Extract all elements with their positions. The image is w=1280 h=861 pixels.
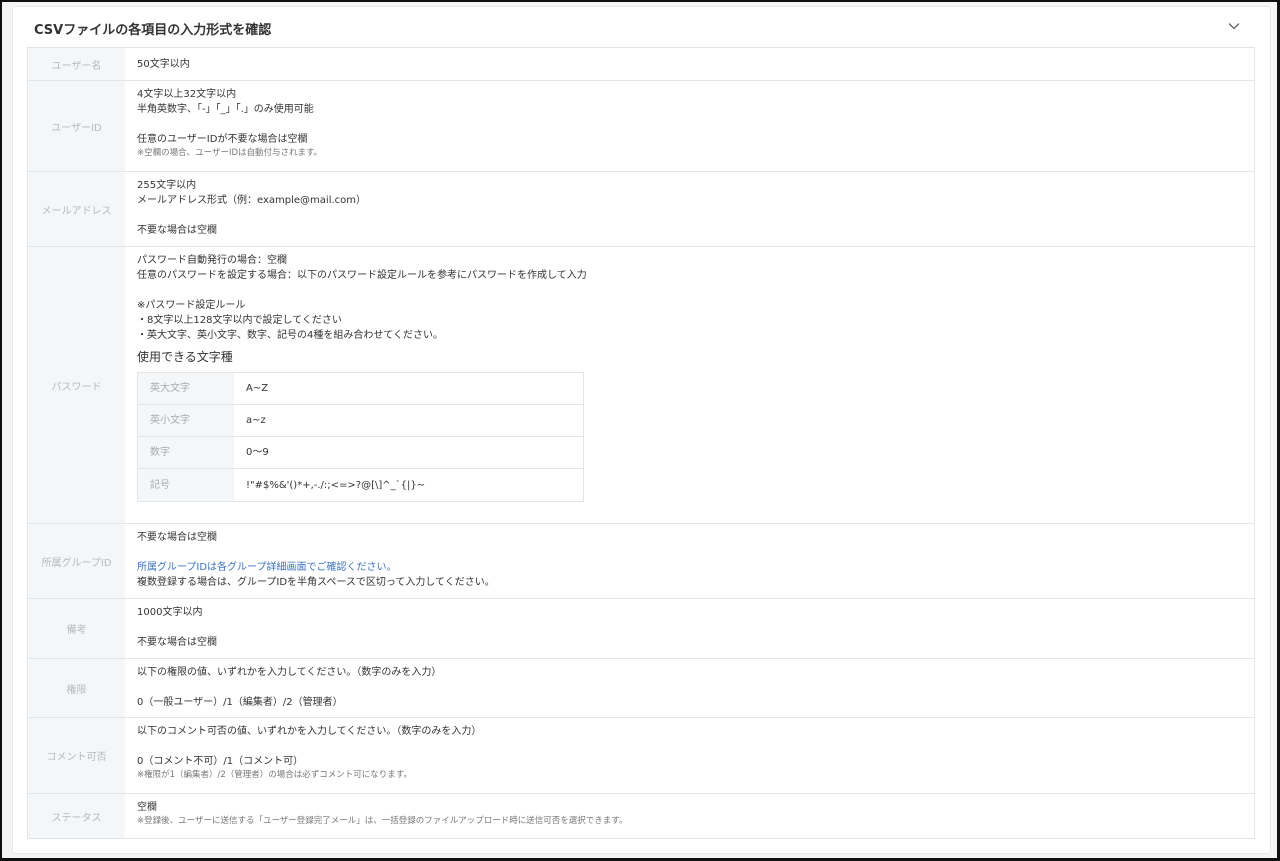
panel-header[interactable]: CSVファイルの各項目の入力形式を確認 [13,7,1270,47]
value-line [137,680,1242,695]
value-line: ※パスワード設定ルール [137,300,246,311]
value-line [137,545,1242,560]
chars-row: 記号 !"#$%&'()*+,-./:;<=>?@[\]^_`{|}~ [138,469,583,501]
value-line: 255文字以内 [137,180,197,191]
chars-label: 英大文字 [138,373,234,404]
chars-value: A~Z [246,383,269,394]
row-label: 権限 [28,659,125,717]
value-line: 0（一般ユーザー）/1（編集者）/2（管理者） [137,697,343,708]
chars-row: 英大文字 A~Z [138,373,583,405]
value-line: メールアドレス形式（例：example@mail.com） [137,195,367,206]
value-line: 以下の権限の値、いずれかを入力してください。（数字のみを入力） [137,667,442,678]
value-line: 不要な場合は空欄 [137,225,217,236]
allowed-chars-table: 英大文字 A~Z 英小文字 a~z 数字 0〜9 記号 !"#$%&'()*+,… [137,372,584,502]
allowed-chars-heading: 使用できる文字種 [137,350,233,364]
value-line: ・英大文字、英小文字、数字、記号の4種を組み合わせてください。 [137,330,444,341]
row-value: 1000文字以内 不要な場合は空欄 [125,599,1254,658]
value-note: ※登録後、ユーザーに送信する「ユーザー登録完了メール」は、一括登録のファイルアッ… [137,816,628,826]
value-line: 不要な場合は空欄 [137,637,217,648]
row-value: 空欄 ※登録後、ユーザーに送信する「ユーザー登録完了メール」は、一括登録のファイ… [125,794,1254,838]
value-line: ・8文字以上128文字以内で設定してください [137,315,342,326]
chars-value: !"#$%&'()*+,-./:;<=>?@[\]^_`{|}~ [246,479,426,491]
row-label: パスワード [28,247,125,523]
row-label: コメント可否 [28,718,125,793]
row-label: メールアドレス [28,172,125,246]
value-note: ※空欄の場合、ユーザーIDは自動付与されます。 [137,148,323,158]
chars-label: 数字 [138,437,234,468]
format-spec-table: ユーザー名 50文字以内 ユーザーID 4文字以上32文字以内 半角英数字、「-… [27,47,1255,839]
row-comment: コメント可否 以下のコメント可否の値、いずれかを入力してください。（数字のみを入… [28,718,1254,794]
row-remarks: 備考 1000文字以内 不要な場合は空欄 [28,599,1254,659]
row-label: 所属グループID [28,524,125,598]
chars-row: 英小文字 a~z [138,405,583,437]
row-value: 不要な場合は空欄 所属グループIDは各グループ詳細画面でご確認ください。 複数登… [125,524,1254,598]
value-line: 複数登録する場合は、グループIDを半角スペースで区切って入力してください。 [137,577,495,588]
value-line [137,283,1242,298]
row-username: ユーザー名 50文字以内 [28,48,1254,81]
value-line: 1000文字以内 [137,607,203,618]
group-id-link[interactable]: 所属グループIDは各グループ詳細画面でご確認ください。 [137,560,1242,575]
chars-value: 0〜9 [246,447,269,458]
row-value: 255文字以内 メールアドレス形式（例：example@mail.com） 不要… [125,172,1254,246]
row-value: 50文字以内 [125,48,1254,80]
chars-row: 数字 0〜9 [138,437,583,469]
value-line [137,117,1242,132]
chevron-down-icon[interactable] [1228,20,1240,32]
chars-value: a~z [246,415,266,426]
value-line: パスワード自動発行の場合：空欄 [137,255,287,266]
row-value: 以下の権限の値、いずれかを入力してください。（数字のみを入力） 0（一般ユーザー… [125,659,1254,717]
row-userid: ユーザーID 4文字以上32文字以内 半角英数字、「-」「_」「.」のみ使用可能… [28,81,1254,172]
value-line: 半角英数字、「-」「_」「.」のみ使用可能 [137,104,314,115]
row-status: ステータス 空欄 ※登録後、ユーザーに送信する「ユーザー登録完了メール」は、一括… [28,794,1254,838]
window-frame: CSVファイルの各項目の入力形式を確認 ユーザー名 50文字以内 ユーザーID … [0,0,1280,861]
value-line [137,620,1242,635]
value-line [137,739,1242,754]
value-line: 0（コメント不可）/1（コメント可） [137,756,304,767]
row-label: 備考 [28,599,125,658]
value-line: 任意のパスワードを設定する場合：以下のパスワード設定ルールを参考にパスワードを作… [137,270,587,281]
row-value: パスワード自動発行の場合：空欄 任意のパスワードを設定する場合：以下のパスワード… [125,247,1254,523]
chars-label: 記号 [138,469,234,501]
row-group-id: 所属グループID 不要な場合は空欄 所属グループIDは各グループ詳細画面でご確認… [28,524,1254,599]
row-value: 以下のコメント可否の値、いずれかを入力してください。（数字のみを入力） 0（コメ… [125,718,1254,793]
row-label: ユーザー名 [28,48,125,80]
value-line: 任意のユーザーIDが不要な場合は空欄 [137,134,308,145]
value-note: ※権限が1（編集者）/2（管理者）の場合は必ずコメント可になります。 [137,770,412,780]
value-line: 以下のコメント可否の値、いずれかを入力してください。（数字のみを入力） [137,726,482,737]
chars-label: 英小文字 [138,405,234,436]
value-line: 空欄 [137,802,157,813]
row-password: パスワード パスワード自動発行の場合：空欄 任意のパスワードを設定する場合：以下… [28,247,1254,524]
row-value: 4文字以上32文字以内 半角英数字、「-」「_」「.」のみ使用可能 任意のユーザ… [125,81,1254,171]
row-label: ユーザーID [28,81,125,171]
panel-title: CSVファイルの各項目の入力形式を確認 [34,23,272,38]
value-line: 不要な場合は空欄 [137,532,217,543]
csv-format-panel: CSVファイルの各項目の入力形式を確認 ユーザー名 50文字以内 ユーザーID … [12,6,1271,854]
row-label: ステータス [28,794,125,838]
row-email: メールアドレス 255文字以内 メールアドレス形式（例：example@mail… [28,172,1254,247]
row-permission: 権限 以下の権限の値、いずれかを入力してください。（数字のみを入力） 0（一般ユ… [28,659,1254,718]
value-line: 4文字以上32文字以内 [137,89,237,100]
value-line: 50文字以内 [137,59,190,70]
value-line [137,208,1242,223]
